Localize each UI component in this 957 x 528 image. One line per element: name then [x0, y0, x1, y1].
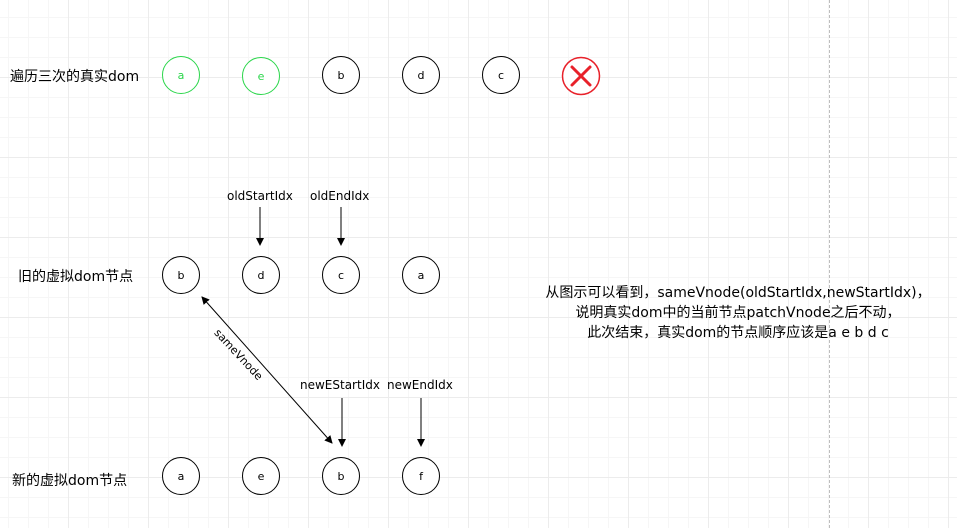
same-vnode-link [201, 296, 333, 444]
note-line-3: 此次结束，真实dom的节点顺序应该是a e b d c [587, 325, 889, 341]
note-line-2: 说明真实dom中的当前节点patchVnode之后不动， [575, 305, 901, 321]
diagram-arrows [201, 207, 425, 447]
diagram-canvas: 遍历三次的真实dom a e b d c oldStartIdx oldEndI… [0, 0, 957, 528]
note-line-1: 从图示可以看到，sameVnode(oldStartIdx,newStartId… [545, 285, 931, 301]
explanation-note: 从图示可以看到，sameVnode(oldStartIdx,newStartId… [503, 283, 957, 343]
